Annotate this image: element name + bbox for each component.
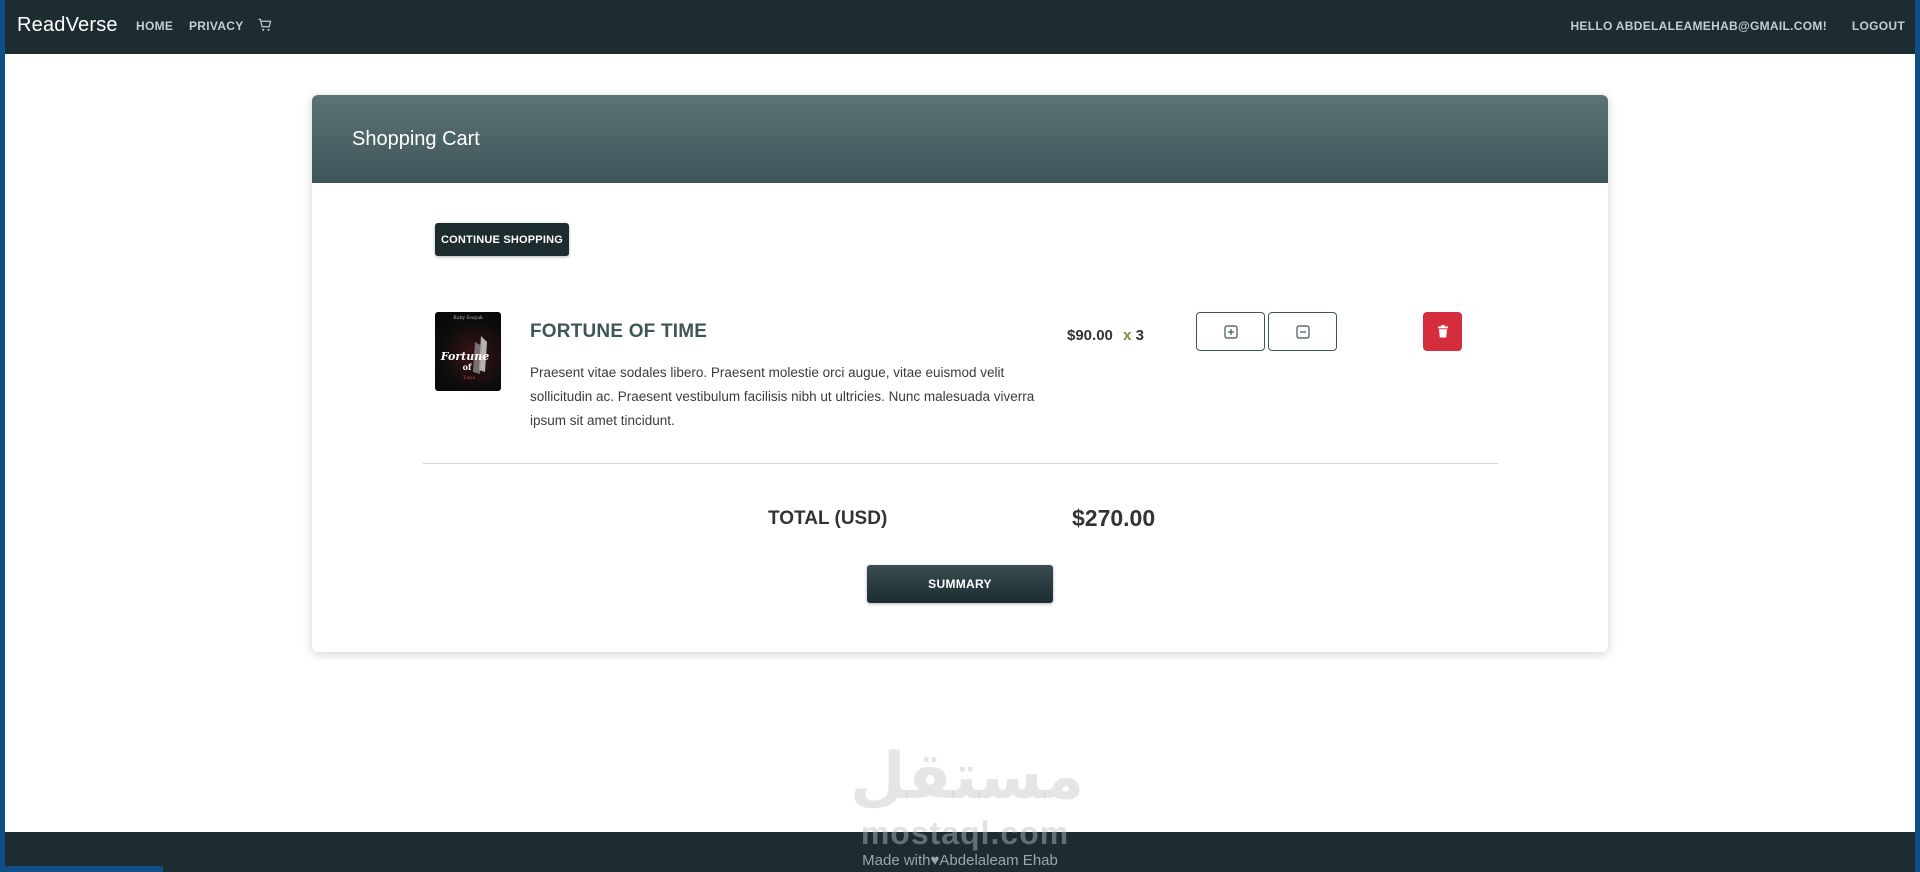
svg-text:Time: Time xyxy=(463,375,476,381)
footer-prefix: Made with xyxy=(862,852,931,869)
book-cover-image[interactable]: Ruby Scayak Fortune of Time xyxy=(435,312,501,391)
trash-icon xyxy=(1437,325,1448,338)
item-times: x xyxy=(1123,327,1132,344)
plus-square-icon xyxy=(1223,324,1238,339)
increase-quantity-button[interactable] xyxy=(1196,312,1265,351)
corner-accent xyxy=(5,866,163,872)
user-greeting[interactable]: HELLO ABDELALEAMEHAB@GMAIL.COM! xyxy=(1570,19,1827,33)
item-description: Praesent vitae sodales libero. Praesent … xyxy=(530,365,1035,428)
watermark-latin: mostaql.com xyxy=(860,815,1070,851)
item-price-line: $90.00 x 3 xyxy=(1067,327,1144,344)
decrease-quantity-button[interactable] xyxy=(1268,312,1337,351)
item-title[interactable]: FORTUNE OF TIME xyxy=(530,321,707,343)
page-title: Shopping Cart xyxy=(352,128,480,150)
cart-card: Shopping Cart CONTINUE SHOPPING Ruby Sca… xyxy=(312,95,1608,652)
nav-home-link[interactable]: HOME xyxy=(136,19,173,33)
nav-privacy-link[interactable]: PRIVACY xyxy=(189,19,244,33)
logout-link[interactable]: LOGOUT xyxy=(1852,19,1905,33)
delete-item-button[interactable] xyxy=(1423,312,1462,351)
navbar: ReadVerse HOME PRIVACY HELLO ABDELALEAME… xyxy=(5,0,1915,54)
continue-shopping-button[interactable]: CONTINUE SHOPPING xyxy=(435,223,569,256)
brand-logo[interactable]: ReadVerse xyxy=(17,14,118,37)
minus-square-icon xyxy=(1295,324,1310,339)
divider xyxy=(423,463,1498,464)
total-value: $270.00 xyxy=(1072,505,1156,531)
page-frame: ReadVerse HOME PRIVACY HELLO ABDELALEAME… xyxy=(5,0,1915,872)
summary-button[interactable]: SUMMARY xyxy=(867,565,1053,603)
svg-text:of: of xyxy=(463,362,472,372)
watermark-arabic: مستقل xyxy=(850,740,1085,814)
cart-icon[interactable] xyxy=(258,18,272,32)
item-price: $90.00 xyxy=(1067,327,1113,344)
footer-author: Abdelaleam Ehab xyxy=(939,852,1058,869)
footer-credit: Made with♥Abdelaleam Ehab xyxy=(5,852,1915,869)
total-label: TOTAL (USD) xyxy=(768,508,888,529)
svg-text:Ruby Scayak: Ruby Scayak xyxy=(453,315,483,321)
cart-header: Shopping Cart xyxy=(312,95,1608,183)
item-quantity: 3 xyxy=(1135,327,1144,344)
